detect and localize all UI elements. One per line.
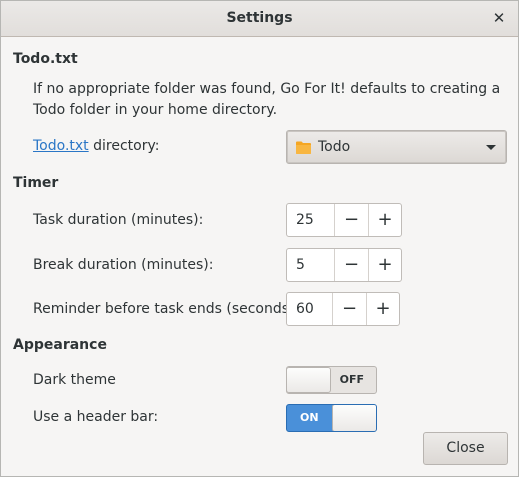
header-bar-switch[interactable]: ON [286,404,377,432]
todo-section-title: Todo.txt [13,51,78,67]
task-duration-decrement-button[interactable]: − [335,204,368,236]
dialog-title: Settings [226,10,293,26]
task-duration-increment-button[interactable]: + [368,204,401,236]
break-duration-decrement-button[interactable]: − [335,249,368,281]
dark-theme-label: Dark theme [33,372,116,388]
chevron-down-icon [486,145,496,150]
dark-theme-state: OFF [339,373,364,386]
appearance-section-title: Appearance [13,337,107,353]
break-duration-input[interactable]: 5 [287,249,335,281]
break-duration-increment-button[interactable]: + [368,249,401,281]
directory-label: Todo.txt directory: [33,138,159,154]
break-duration-spinner: 5 − + [286,248,402,282]
task-duration-spinner: 25 − + [286,203,402,237]
folder-value: Todo [318,139,351,155]
todo-txt-link[interactable]: Todo.txt [33,138,89,154]
timer-section-title: Timer [13,175,59,191]
break-duration-label: Break duration (minutes): [33,257,214,273]
folder-icon [296,141,311,154]
close-button[interactable]: Close [423,432,508,465]
reminder-spinner: 60 − + [286,292,400,326]
titlebar: Settings ✕ [1,1,518,37]
todo-description: If no appropriate folder was found, Go F… [33,81,501,118]
folder-chooser[interactable]: Todo [286,130,507,164]
dark-theme-switch[interactable]: OFF [286,366,377,394]
directory-label-suffix: directory: [88,138,160,154]
switch-knob [287,367,331,393]
close-icon[interactable]: ✕ [490,9,508,27]
reminder-label: Reminder before task ends (seconds): [33,301,300,317]
task-duration-input[interactable]: 25 [287,204,335,236]
reminder-increment-button[interactable]: + [366,293,399,325]
switch-knob [332,405,376,431]
reminder-input[interactable]: 60 [287,293,333,325]
header-bar-state: ON [300,411,319,424]
settings-dialog: Settings ✕ Todo.txt If no appropriate fo… [0,0,519,477]
header-bar-label: Use a header bar: [33,409,159,425]
task-duration-label: Task duration (minutes): [33,212,204,228]
reminder-decrement-button[interactable]: − [333,293,366,325]
